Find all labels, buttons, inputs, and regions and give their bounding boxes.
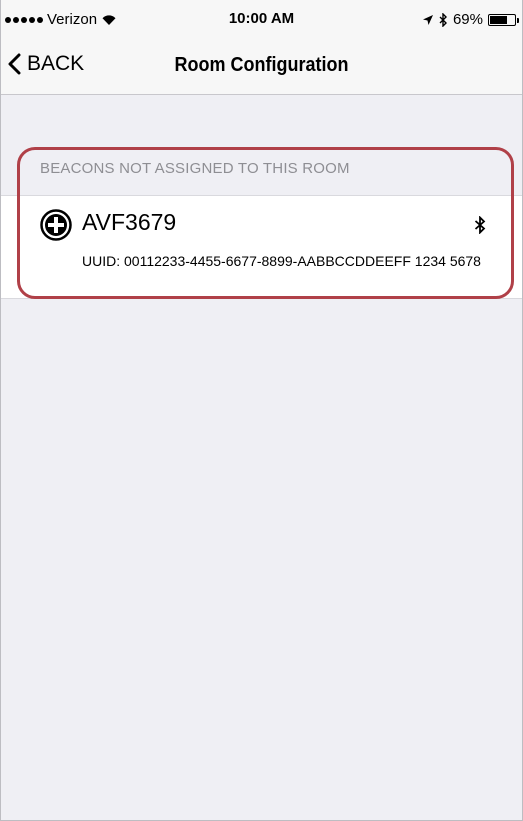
beacon-uuid: UUID: 00112233-4455-6677-8899-AABBCCDDEE… xyxy=(82,253,481,269)
beacon-name: AVF3679 xyxy=(82,209,177,235)
status-bar: Verizon 10:00 AM 69% xyxy=(1,0,522,40)
plus-circle-icon[interactable] xyxy=(39,208,73,242)
battery-icon xyxy=(488,13,519,26)
navigation-bar: BACK Room Configuration xyxy=(1,40,522,95)
bluetooth-icon xyxy=(474,216,486,234)
bluetooth-status-icon xyxy=(439,12,447,27)
location-arrow-icon xyxy=(422,14,433,25)
section-header: BEACONS NOT ASSIGNED TO THIS ROOM xyxy=(40,160,350,177)
page-title: Room Configuration xyxy=(174,54,349,76)
beacon-list-item[interactable]: AVF3679 UUID: 00112233-4455-6677-8899-AA… xyxy=(1,195,522,299)
status-right: 69% xyxy=(422,11,519,28)
battery-percent: 69% xyxy=(452,11,483,28)
battery-fill xyxy=(490,15,507,24)
chevron-left-icon xyxy=(8,53,21,75)
app-screen: Verizon 10:00 AM 69% BACK Room Configura… xyxy=(0,0,523,821)
